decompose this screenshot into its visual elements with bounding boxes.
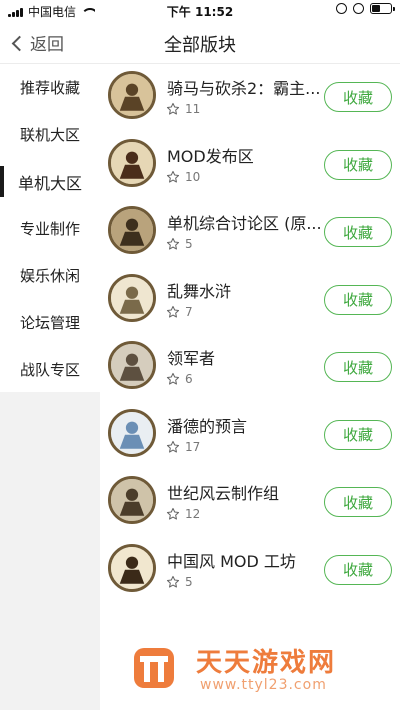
- forum-list: 骑马与砍杀2：霸主... 11 收藏 MOD发布区 10 收藏 单机综合讨论区 (原... 5…: [100, 64, 400, 710]
- warrior-icon: [108, 206, 156, 254]
- favorite-button[interactable]: 收藏: [324, 554, 392, 585]
- favorite-button[interactable]: 收藏: [324, 419, 392, 450]
- sidebar-item-label: 推荐收藏: [19, 79, 80, 97]
- watermark-url: www.ttyl23.com: [200, 677, 327, 693]
- favorite-count: 5: [166, 575, 193, 589]
- forum-name: 世纪风云制作组: [167, 484, 280, 503]
- forum-name: MOD发布区: [167, 146, 254, 166]
- favorite-count: 11: [166, 102, 200, 116]
- sidebar-item-label: 专业制作: [19, 220, 80, 238]
- sidebar-item-single-player[interactable]: 单机大区: [0, 158, 100, 205]
- sidebar-item-label: 娱乐休闲: [19, 267, 80, 285]
- horseman-icon: [108, 71, 156, 119]
- general-icon: [108, 341, 156, 389]
- favorite-button[interactable]: 收藏: [324, 284, 392, 315]
- star-icon: [166, 305, 180, 318]
- favorite-count-value: 11: [185, 102, 201, 116]
- favorite-count-value: 17: [185, 439, 201, 454]
- forum-row[interactable]: 中国风 MOD 工坊 5 收藏: [100, 537, 400, 605]
- sidebar: 推荐收藏 联机大区 单机大区 专业制作 娱乐休闲 论坛管理 战队专区: [0, 64, 100, 710]
- favorite-count: 12: [166, 507, 200, 521]
- sidebar-item-recommended[interactable]: 推荐收藏: [0, 64, 100, 111]
- sidebar-item-label: 战队专区: [19, 361, 80, 379]
- favorite-count-value: 5: [185, 574, 193, 589]
- nav-bar: 返回 全部版块: [0, 22, 400, 64]
- sidebar-item-online[interactable]: 联机大区: [0, 111, 100, 158]
- watermark-logo-icon: [134, 648, 174, 688]
- star-icon: [166, 507, 180, 520]
- swordsman-icon: [108, 273, 156, 322]
- status-bar: 中国电信 下午 11:52: [0, 0, 400, 22]
- forum-row[interactable]: MOD发布区 10 收藏: [100, 132, 400, 200]
- favorite-count: 10: [166, 170, 200, 184]
- favorite-button[interactable]: 收藏: [324, 217, 392, 247]
- favorite-count-value: 12: [185, 507, 201, 521]
- forum-name: 潘德的预言: [167, 416, 248, 436]
- sidebar-item-team[interactable]: 战队专区: [0, 346, 100, 393]
- favorite-count: 6: [166, 372, 193, 386]
- horseman-banner-icon: [108, 138, 156, 187]
- forum-row[interactable]: 单机综合讨论区 (原... 5 收藏: [100, 199, 400, 267]
- star-icon: [166, 237, 180, 250]
- watermark-title: 天天游戏网: [196, 648, 337, 678]
- prophesy-logo-icon: [108, 408, 156, 457]
- forum-name: 骑马与砍杀2：霸主...: [167, 79, 321, 98]
- star-icon: [166, 575, 180, 588]
- forum-row[interactable]: 世纪风云制作组 12 收藏: [100, 469, 400, 537]
- alarm-icon: [353, 3, 364, 14]
- star-icon: [166, 372, 180, 385]
- forum-name: 乱舞水浒: [167, 281, 232, 301]
- forum-row[interactable]: 潘德的预言 17 收藏: [100, 402, 400, 470]
- group-icon: [108, 476, 156, 524]
- favorite-count: 7: [166, 305, 193, 319]
- watermark: 天天游戏网 www.ttyl23.com: [100, 622, 400, 710]
- favorite-count-value: 6: [185, 372, 193, 386]
- favorite-count: 17: [166, 440, 200, 454]
- sidebar-menu: 推荐收藏 联机大区 单机大区 专业制作 娱乐休闲 论坛管理 战队专区: [0, 64, 100, 392]
- sidebar-item-label: 单机大区: [17, 173, 82, 193]
- forum-row[interactable]: 骑马与砍杀2：霸主... 11 收藏: [100, 64, 400, 132]
- favorite-count-value: 5: [185, 237, 193, 251]
- sidebar-item-entertainment[interactable]: 娱乐休闲: [0, 252, 100, 299]
- star-icon: [166, 440, 180, 453]
- forum-row[interactable]: 领军者 6 收藏: [100, 334, 400, 402]
- favorite-button[interactable]: 收藏: [324, 149, 392, 180]
- status-right: [336, 3, 395, 14]
- location-icon: [336, 3, 347, 14]
- forum-name: 中国风 MOD 工坊: [167, 551, 296, 571]
- sidebar-item-professional[interactable]: 专业制作: [0, 205, 100, 252]
- forum-name: 单机综合讨论区 (原...: [167, 214, 322, 233]
- favorite-button[interactable]: 收藏: [324, 487, 392, 517]
- forum-row[interactable]: 乱舞水浒 7 收藏: [100, 267, 400, 335]
- page-title: 全部版块: [164, 35, 236, 56]
- sidebar-item-label: 论坛管理: [19, 314, 80, 332]
- seal-icon: [108, 543, 156, 592]
- favorite-count: 5: [166, 237, 193, 251]
- sidebar-item-label: 联机大区: [19, 126, 80, 144]
- sidebar-item-forum-admin[interactable]: 论坛管理: [0, 299, 100, 346]
- favorite-button[interactable]: 收藏: [324, 82, 392, 112]
- forum-name: 领军者: [167, 349, 216, 368]
- battery-icon: [370, 3, 395, 14]
- star-icon: [166, 102, 180, 115]
- favorite-button[interactable]: 收藏: [324, 352, 392, 382]
- favorite-count-value: 10: [185, 169, 201, 184]
- star-icon: [166, 170, 180, 183]
- favorite-count-value: 7: [185, 304, 193, 319]
